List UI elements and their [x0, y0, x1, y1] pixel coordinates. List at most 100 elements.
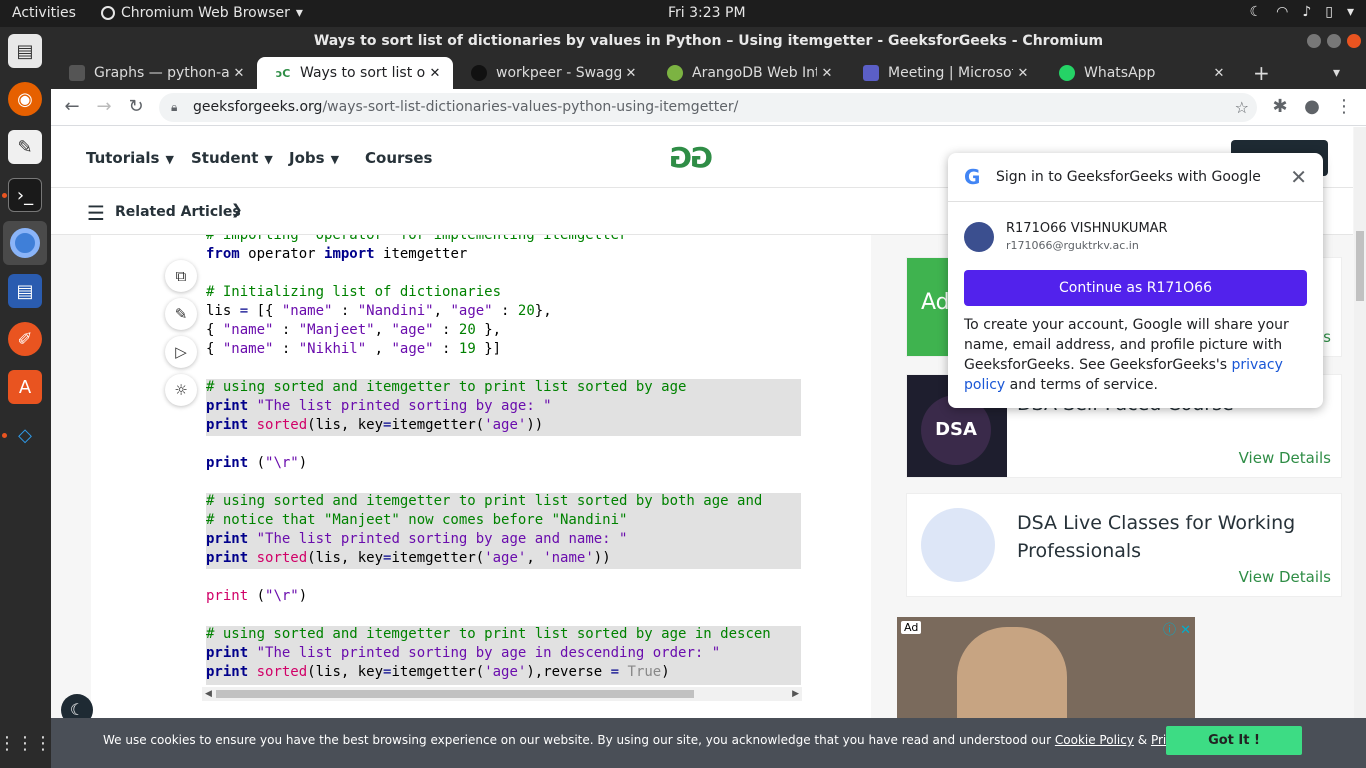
course-card-dsa-live[interactable]: DSA Live Classes for Working Professiona… — [906, 493, 1342, 597]
theme-icon[interactable]: ☼ — [165, 374, 197, 406]
nav-courses[interactable]: Courses — [365, 149, 432, 167]
nav-jobs[interactable]: Jobs ▼ — [289, 149, 339, 167]
code-line: print sorted(lis, key=itemgetter('age', … — [206, 550, 611, 566]
system-tray[interactable]: ☾ ◠ ♪ ▯ ▾ — [1250, 4, 1354, 20]
running-indicator — [2, 433, 7, 438]
scroll-thumb[interactable] — [216, 690, 694, 698]
code-line: # using sorted and itemgetter to print l… — [206, 493, 763, 509]
continue-button[interactable]: Continue as R171O66 — [964, 270, 1307, 306]
battery-icon: ▯ — [1325, 4, 1333, 20]
cookie-consent-bar: We use cookies to ensure you have the be… — [51, 718, 1366, 768]
ad-close-icon[interactable]: ⓘ ✕ — [1163, 619, 1191, 638]
gfg-icon: ↄC — [275, 66, 291, 80]
scroll-left-icon[interactable]: ◀ — [205, 687, 212, 701]
code-line: print sorted(lis, key=itemgetter('age')) — [206, 417, 544, 433]
profile-icon[interactable]: ● — [1299, 95, 1325, 121]
close-icon[interactable]: ✕ — [1209, 66, 1229, 81]
back-icon[interactable]: ← — [59, 95, 85, 121]
run-icon[interactable]: ▷ — [165, 336, 197, 368]
arangodb-icon — [667, 65, 683, 81]
related-label: Related Articles — [115, 204, 241, 220]
firefox-icon[interactable]: ◉ — [8, 82, 42, 116]
google-logo-icon: G — [964, 165, 981, 189]
tab-arangodb[interactable]: ArangoDB Web Inte ✕ — [649, 57, 845, 89]
code-line: { "name" : "Nikhil" , "age" : 19 }] — [206, 341, 502, 357]
minimize-icon[interactable] — [1307, 34, 1321, 48]
code-line: # using sorted and itemgetter to print l… — [206, 379, 687, 395]
extensions-icon[interactable]: ✱ — [1267, 95, 1293, 121]
account-email: r171066@rguktrkv.ac.in — [1006, 239, 1139, 252]
scroll-right-icon[interactable]: ▶ — [792, 687, 799, 701]
close-icon[interactable]: ✕ — [1290, 165, 1307, 189]
vscode-icon[interactable]: ◇ — [8, 418, 42, 452]
articles-icon: ☰ — [87, 201, 105, 225]
close-icon[interactable]: ✕ — [229, 66, 249, 81]
tab-whatsapp[interactable]: WhatsApp ✕ — [1041, 57, 1237, 89]
menu-icon[interactable]: ⋮ — [1331, 95, 1357, 121]
close-window-icon[interactable] — [1347, 34, 1361, 48]
new-tab-button[interactable]: + — [1241, 57, 1281, 89]
gfg-logo[interactable]: GG — [671, 141, 713, 174]
tab-swagger[interactable]: workpeer - Swagge ✕ — [453, 57, 649, 89]
tab-label: workpeer - Swagge — [496, 65, 621, 81]
code-block[interactable]: # importing "operator" for implementing … — [206, 235, 801, 685]
live-classes-illustration — [921, 508, 995, 582]
sketch-icon[interactable]: ✐ — [8, 322, 42, 356]
code-line: # using sorted and itemgetter to print l… — [206, 626, 771, 642]
code-line: print "The list printed sorting by age: … — [206, 398, 552, 414]
reload-icon[interactable]: ↻ — [123, 95, 149, 121]
code-line: # notice that "Manjeet" now comes before… — [206, 512, 628, 528]
window-title-bar: Ways to sort list of dictionaries by val… — [51, 27, 1366, 55]
browser-toolbar: ← → ↻ 🔒︎ geeksforgeeks.org/ways-sort-lis… — [51, 89, 1366, 126]
chromium-dock-icon[interactable] — [3, 221, 47, 265]
nav-tutorials[interactable]: Tutorials ▼ — [86, 149, 174, 167]
clock[interactable]: Fri 3:23 PM — [668, 5, 746, 21]
files-icon[interactable]: ▤ — [8, 34, 42, 68]
app-grid-icon[interactable]: ⋮⋮⋮ — [0, 726, 52, 760]
forward-icon[interactable]: → — [91, 95, 117, 121]
chevron-down-icon: ▼ — [330, 153, 340, 166]
view-details-link[interactable]: View Details — [1239, 568, 1331, 586]
edit-icon[interactable]: ✎ — [165, 298, 197, 330]
window-title: Ways to sort list of dictionaries by val… — [313, 33, 1104, 49]
nav-student[interactable]: Student ▼ — [191, 149, 273, 167]
code-line: print ("\r") — [206, 455, 308, 471]
code-line: # Initializing list of dictionaries — [206, 284, 502, 300]
software-icon[interactable]: A — [8, 370, 42, 404]
view-details-link[interactable]: View Details — [1239, 449, 1331, 467]
close-icon[interactable]: ✕ — [1013, 66, 1033, 81]
code-line: print sorted(lis, key=itemgetter('age'),… — [206, 664, 670, 680]
tab-search-icon[interactable]: ▾ — [1327, 57, 1357, 89]
close-icon[interactable]: ✕ — [817, 66, 837, 81]
tab-teams[interactable]: Meeting | Microsoft ✕ — [845, 57, 1041, 89]
nav-label: Student — [191, 149, 259, 167]
code-line: { "name" : "Manjeet", "age" : 20 }, — [206, 322, 502, 338]
writer-icon[interactable]: ▤ — [8, 274, 42, 308]
copy-icon[interactable]: ⧉ — [165, 260, 197, 292]
tab-graphs[interactable]: Graphs — python-a ✕ — [51, 57, 257, 89]
bookmark-star-icon[interactable]: ☆ — [1235, 93, 1249, 122]
card-title-line1: DSA Live Classes for Working — [1017, 512, 1296, 534]
activities-button[interactable]: Activities — [12, 5, 76, 21]
maximize-icon[interactable] — [1327, 34, 1341, 48]
book-icon — [69, 65, 85, 81]
page-vertical-scrollbar[interactable] — [1354, 127, 1366, 768]
code-line: # importing "operator" for implementing … — [206, 235, 628, 243]
accept-cookies-button[interactable]: Got It ! — [1166, 726, 1302, 755]
close-icon[interactable]: ✕ — [425, 66, 445, 81]
tab-gfg[interactable]: ↄC Ways to sort list of d ✕ — [257, 57, 453, 89]
system-top-bar: Activities Chromium Web Browser ▾ Fri 3:… — [0, 0, 1366, 27]
code-horizontal-scrollbar[interactable]: ◀ ▶ — [202, 687, 802, 701]
address-bar[interactable]: 🔒︎ geeksforgeeks.org/ways-sort-list-dict… — [159, 93, 1257, 122]
cookie-policy-link[interactable]: Cookie Policy — [1055, 733, 1134, 747]
close-icon[interactable]: ✕ — [621, 66, 641, 81]
chevron-down-icon: ▼ — [165, 153, 174, 166]
code-line: print ("\r") — [206, 588, 308, 604]
chevron-right-icon: ❯ — [231, 202, 243, 218]
terminal-icon[interactable]: ›_ — [8, 178, 42, 212]
scroll-thumb[interactable] — [1356, 231, 1364, 301]
article-content: ⧉ ✎ ▷ ☼ # importing "operator" for imple… — [91, 235, 871, 768]
app-menu[interactable]: Chromium Web Browser ▾ — [101, 5, 303, 21]
card-title-line2: Professionals — [1017, 540, 1142, 562]
text-editor-icon[interactable]: ✎ — [8, 130, 42, 164]
